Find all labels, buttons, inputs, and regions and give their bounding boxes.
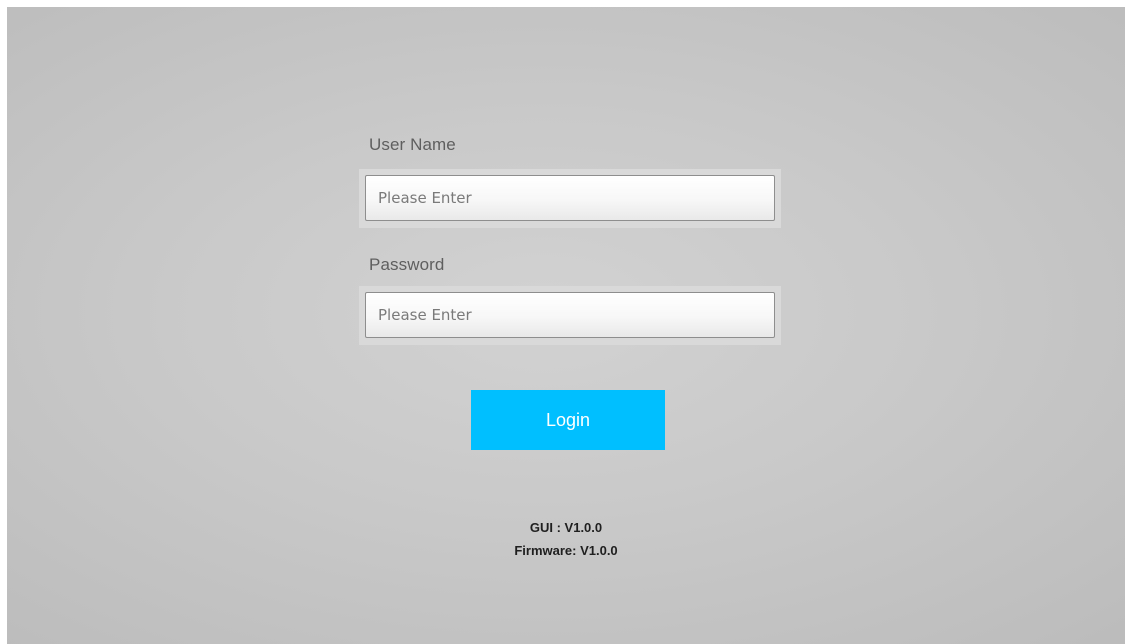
firmware-version-text: Firmware: V1.0.0: [514, 543, 618, 558]
login-button[interactable]: Login: [471, 390, 665, 450]
gui-version-text: GUI : V1.0.0: [529, 520, 603, 535]
username-field-container: [359, 169, 781, 228]
password-input[interactable]: [365, 292, 775, 338]
username-input[interactable]: [365, 175, 775, 221]
username-label: User Name: [369, 135, 456, 154]
login-screen: User Name Password Login GUI : V1.0.0 Fi…: [7, 7, 1125, 644]
password-label: Password: [369, 255, 445, 274]
password-field-container: [359, 286, 781, 345]
